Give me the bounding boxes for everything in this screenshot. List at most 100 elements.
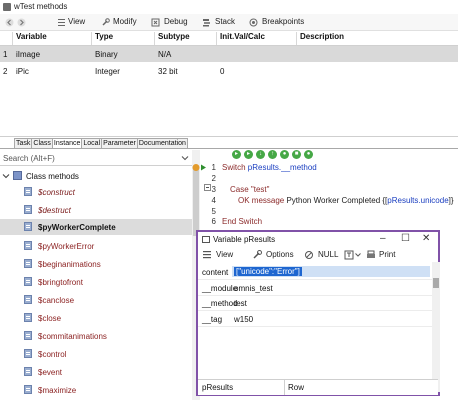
breakpoints-menu-button[interactable]: Breakpoints <box>262 17 304 26</box>
tab-parameter[interactable]: Parameter <box>101 138 138 148</box>
options-button[interactable]: Options <box>266 250 294 259</box>
code-line[interactable]: Switch pResults.__method <box>222 163 317 172</box>
tree-item[interactable]: $destruct <box>0 203 192 217</box>
method-icon <box>24 295 32 304</box>
tab-local[interactable]: Local <box>81 138 103 148</box>
popup-row[interactable]: __module omnis_test <box>198 281 432 296</box>
code-line[interactable]: End Switch <box>222 217 262 226</box>
view-menu-button[interactable]: View <box>68 17 85 26</box>
table-row[interactable]: 2 iPic Integer 32 bit 0 <box>0 63 458 79</box>
chevron-down-icon[interactable] <box>2 172 10 182</box>
variable-name-cell[interactable]: iPic <box>16 67 29 76</box>
line-number: 3 <box>211 185 216 194</box>
popup-row[interactable]: content ["unicode":"Error"] <box>198 265 432 280</box>
forward-arrow-icon[interactable] <box>16 17 26 27</box>
chevron-down-icon[interactable] <box>181 154 189 164</box>
tab-class[interactable]: Class <box>31 138 53 148</box>
code-token: Case <box>230 185 251 194</box>
go-icon[interactable]: ▸ <box>244 150 253 159</box>
back-arrow-icon[interactable] <box>4 17 14 27</box>
type-cell[interactable]: Integer <box>95 67 120 76</box>
tree-item[interactable]: $bringtofront <box>0 275 192 289</box>
minimize-icon[interactable]: – <box>380 233 386 244</box>
popup-scrollbar[interactable] <box>432 262 440 392</box>
tab-instance[interactable]: Instance <box>51 138 83 148</box>
row-value-selected[interactable]: ["unicode":"Error"] <box>234 267 302 276</box>
method-label: $commitanimations <box>38 332 107 341</box>
search-box[interactable]: Search (Alt+F) <box>0 151 192 166</box>
stop-icon[interactable]: ■ <box>292 150 301 159</box>
null-button[interactable]: NULL <box>318 250 338 259</box>
print-button[interactable]: Print <box>379 250 395 259</box>
tree-item[interactable]: $commitanimations <box>0 329 192 343</box>
tree-group-class-methods[interactable]: Class methods <box>0 169 192 183</box>
code-token: Python Worker Completed {[ <box>286 196 388 205</box>
code-line[interactable]: OK message Python Worker Completed {[pRe… <box>238 196 454 205</box>
breakpoint-icon <box>248 17 258 27</box>
row-value[interactable]: w150 <box>234 315 253 324</box>
subtype-cell[interactable]: 32 bit <box>158 67 178 76</box>
tree-scrollbar-thumb[interactable] <box>193 166 199 236</box>
modify-menu-button[interactable]: Modify <box>113 17 137 26</box>
line-number: 5 <box>211 207 216 216</box>
tab-task[interactable]: Task <box>14 138 33 148</box>
variable-popup-window: Variable pResults – ☐ ✕ View Options NUL… <box>196 230 440 396</box>
step-out-icon[interactable]: ↑ <box>268 150 277 159</box>
row-number: 2 <box>3 67 8 76</box>
tree-item[interactable]: $control <box>0 347 192 361</box>
code-token: "test" <box>250 185 270 194</box>
method-icon <box>24 259 32 268</box>
code-line[interactable]: Case "test" <box>230 185 269 194</box>
method-icon <box>24 385 32 394</box>
popup-row[interactable]: __tag w150 <box>198 312 432 327</box>
tab-documentation[interactable]: Documentation <box>136 138 188 148</box>
close-icon[interactable]: ✕ <box>422 233 430 244</box>
chevron-down-icon[interactable] <box>355 250 361 261</box>
subtype-cell[interactable]: N/A <box>158 50 171 59</box>
method-icon <box>24 277 32 286</box>
code-toolbar: ▸ ▸ ↓ ↑ ● ■ ● <box>232 150 313 162</box>
column-header-type[interactable]: Type <box>95 32 113 44</box>
stack-icon <box>201 17 211 27</box>
variable-name-cell[interactable]: iImage <box>16 50 40 59</box>
maximize-icon[interactable]: ☐ <box>401 233 410 244</box>
column-header-subtype[interactable]: Subtype <box>158 32 190 44</box>
tree-item[interactable]: $construct <box>0 185 192 199</box>
row-number: 1 <box>3 50 8 59</box>
search-input[interactable]: Search (Alt+F) <box>3 154 55 163</box>
tree-item[interactable]: $beginanimations <box>0 257 192 271</box>
table-row[interactable]: 1 iImage Binary N/A <box>0 46 458 62</box>
step-into-icon[interactable]: ▸ <box>232 150 241 159</box>
trace-icon[interactable]: ● <box>280 150 289 159</box>
column-header-description[interactable]: Description <box>300 32 344 44</box>
line-number: 1 <box>211 163 216 172</box>
code-token: pResults.__method <box>247 163 317 172</box>
tree-item[interactable]: $canclose <box>0 293 192 307</box>
popup-row[interactable]: __method test <box>198 296 432 311</box>
null-icon <box>304 250 314 262</box>
tree-item[interactable]: $event <box>0 365 192 379</box>
tree-item[interactable]: $pyWorkerError <box>0 239 192 253</box>
breakpoint-toggle-icon[interactable]: ● <box>304 150 313 159</box>
view-button[interactable]: View <box>216 250 233 259</box>
popup-status-bar: pResults Row <box>198 379 438 395</box>
debug-menu-button[interactable]: Debug <box>164 17 188 26</box>
row-value[interactable]: test <box>234 299 247 308</box>
tree-item[interactable]: $maximize <box>0 383 192 397</box>
line-number: 4 <box>211 196 216 205</box>
method-label: $maximize <box>38 386 77 395</box>
column-divider <box>296 32 297 46</box>
init-cell[interactable]: 0 <box>220 67 224 76</box>
column-header-init-val[interactable]: Init.Val/Calc <box>220 32 265 44</box>
row-value[interactable]: omnis_test <box>234 284 273 293</box>
window-icon <box>202 236 210 243</box>
popup-scrollbar-thumb[interactable] <box>433 278 439 288</box>
type-cell[interactable]: Binary <box>95 50 118 59</box>
wrench-icon <box>100 17 110 27</box>
column-header-variable[interactable]: Variable <box>16 32 47 44</box>
variable-tabs: Task Class Instance Local Parameter Docu… <box>14 138 188 148</box>
tree-item-selected[interactable]: $pyWorkerComplete <box>0 219 192 235</box>
tree-item[interactable]: $close <box>0 311 192 325</box>
stack-menu-button[interactable]: Stack <box>215 17 235 26</box>
step-over-icon[interactable]: ↓ <box>256 150 265 159</box>
